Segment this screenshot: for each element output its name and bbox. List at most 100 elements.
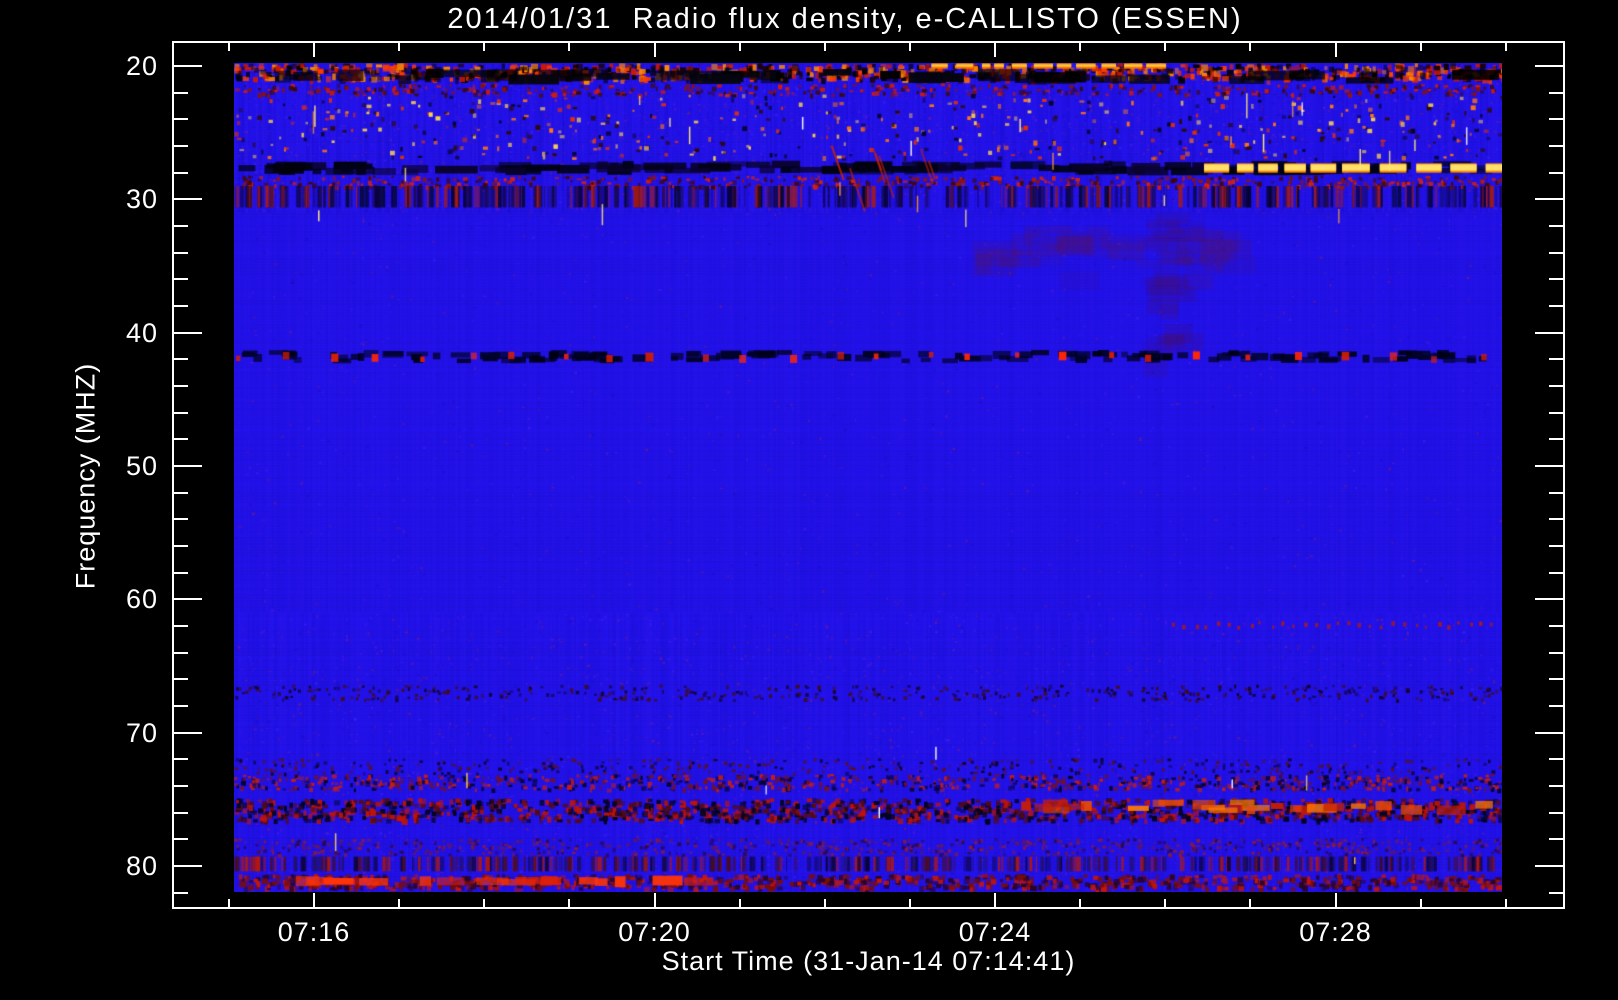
axis-tick bbox=[1504, 43, 1507, 51]
axis-tick bbox=[738, 899, 741, 907]
axis-tick bbox=[174, 171, 188, 174]
axis-tick bbox=[174, 864, 202, 867]
axis-tick bbox=[174, 144, 188, 147]
axis-tick bbox=[1549, 438, 1563, 441]
axis-tick bbox=[174, 91, 188, 94]
axis-tick bbox=[1549, 891, 1563, 894]
axis-tick bbox=[483, 899, 486, 907]
axis-tick bbox=[174, 651, 188, 654]
axis-tick bbox=[174, 251, 188, 254]
axis-tick bbox=[568, 43, 571, 51]
axis-tick bbox=[1535, 65, 1563, 67]
axis-tick bbox=[1549, 571, 1563, 574]
axis-tick bbox=[174, 838, 188, 841]
y-tick-label: 40 bbox=[125, 317, 158, 348]
axis-tick bbox=[568, 899, 571, 907]
axis-tick bbox=[174, 571, 188, 574]
axis-tick bbox=[174, 704, 188, 707]
axis-tick bbox=[398, 899, 401, 907]
axis-tick bbox=[174, 624, 188, 627]
axis-tick bbox=[1535, 864, 1563, 867]
axis-tick bbox=[1549, 758, 1563, 761]
axis-tick bbox=[1504, 899, 1507, 907]
axis-tick bbox=[1549, 651, 1563, 654]
axis-tick bbox=[1549, 384, 1563, 387]
axis-tick bbox=[313, 43, 315, 57]
axis-tick bbox=[1164, 43, 1167, 51]
axis-tick bbox=[174, 731, 202, 734]
axis-tick bbox=[174, 544, 188, 547]
axis-tick bbox=[1249, 43, 1252, 51]
axis-tick bbox=[1535, 598, 1563, 601]
axis-tick bbox=[1419, 899, 1422, 907]
axis-tick bbox=[174, 304, 188, 307]
axis-tick bbox=[174, 438, 188, 441]
axis-tick bbox=[1164, 899, 1167, 907]
x-tick-label: 07:28 bbox=[1299, 917, 1372, 947]
axis-tick bbox=[227, 899, 230, 907]
axis-tick bbox=[398, 43, 401, 51]
axis-tick bbox=[1549, 278, 1563, 281]
axis-tick bbox=[1549, 784, 1563, 787]
y-axis-title: Frequency (MHZ) bbox=[70, 362, 101, 590]
axis-tick bbox=[1549, 838, 1563, 841]
axis-tick bbox=[1535, 731, 1563, 734]
x-tick-label: 07:20 bbox=[618, 917, 691, 947]
x-tick-label: 07:24 bbox=[958, 917, 1032, 947]
axis-tick bbox=[994, 43, 996, 57]
axis-tick bbox=[653, 893, 656, 907]
axis-tick bbox=[1549, 91, 1563, 94]
axis-tick bbox=[1549, 358, 1563, 361]
axis-tick bbox=[823, 43, 826, 51]
axis-tick bbox=[483, 43, 486, 51]
axis-tick bbox=[174, 411, 188, 414]
axis-tick bbox=[174, 224, 188, 227]
axis-tick bbox=[1549, 144, 1563, 147]
axis-tick bbox=[174, 118, 188, 121]
spectrogram-canvas bbox=[234, 63, 1502, 892]
axis-tick bbox=[174, 464, 202, 467]
axis-tick bbox=[1079, 43, 1082, 51]
axis-tick bbox=[227, 43, 230, 51]
axis-tick bbox=[174, 198, 202, 201]
axis-tick bbox=[1549, 118, 1563, 121]
axis-tick bbox=[994, 893, 996, 907]
axis-tick bbox=[313, 893, 315, 907]
axis-tick bbox=[174, 358, 188, 361]
axis-tick bbox=[174, 384, 188, 387]
axis-tick bbox=[1549, 704, 1563, 707]
axis-tick bbox=[1079, 899, 1082, 907]
axis-tick bbox=[1535, 198, 1563, 201]
axis-tick bbox=[1334, 43, 1337, 57]
x-tick-label: 07:16 bbox=[277, 917, 351, 947]
axis-tick bbox=[1549, 304, 1563, 307]
axis-tick bbox=[1549, 678, 1563, 681]
y-tick-label: 80 bbox=[125, 850, 158, 881]
axis-tick bbox=[174, 678, 188, 681]
x-axis-title: Start Time (31-Jan-14 07:14:41) bbox=[661, 946, 1076, 976]
y-tick-label: 30 bbox=[125, 184, 158, 215]
axis-tick bbox=[174, 598, 202, 601]
axis-tick bbox=[1549, 224, 1563, 227]
axis-tick bbox=[1535, 464, 1563, 467]
axis-tick bbox=[1549, 171, 1563, 174]
axis-tick bbox=[1549, 411, 1563, 414]
chart-title: 2014/01/31 Radio flux density, e-CALLIST… bbox=[447, 3, 1243, 35]
axis-tick bbox=[1549, 518, 1563, 521]
axis-tick bbox=[1334, 893, 1337, 907]
axis-tick bbox=[1549, 491, 1563, 494]
axis-tick bbox=[908, 899, 911, 907]
y-tick-label: 20 bbox=[125, 51, 158, 81]
axis-tick bbox=[174, 65, 202, 67]
axis-tick bbox=[1249, 899, 1252, 907]
axis-tick bbox=[823, 899, 826, 907]
axis-tick bbox=[1549, 251, 1563, 254]
axis-tick bbox=[908, 43, 911, 51]
axis-tick bbox=[174, 758, 188, 761]
axis-tick bbox=[174, 278, 188, 281]
axis-tick bbox=[1549, 544, 1563, 547]
axis-tick bbox=[174, 491, 188, 494]
spectrogram-page: 2014/01/31 Radio flux density, e-CALLIST… bbox=[0, 0, 1618, 1000]
axis-tick bbox=[174, 811, 188, 814]
axis-tick bbox=[174, 518, 188, 521]
